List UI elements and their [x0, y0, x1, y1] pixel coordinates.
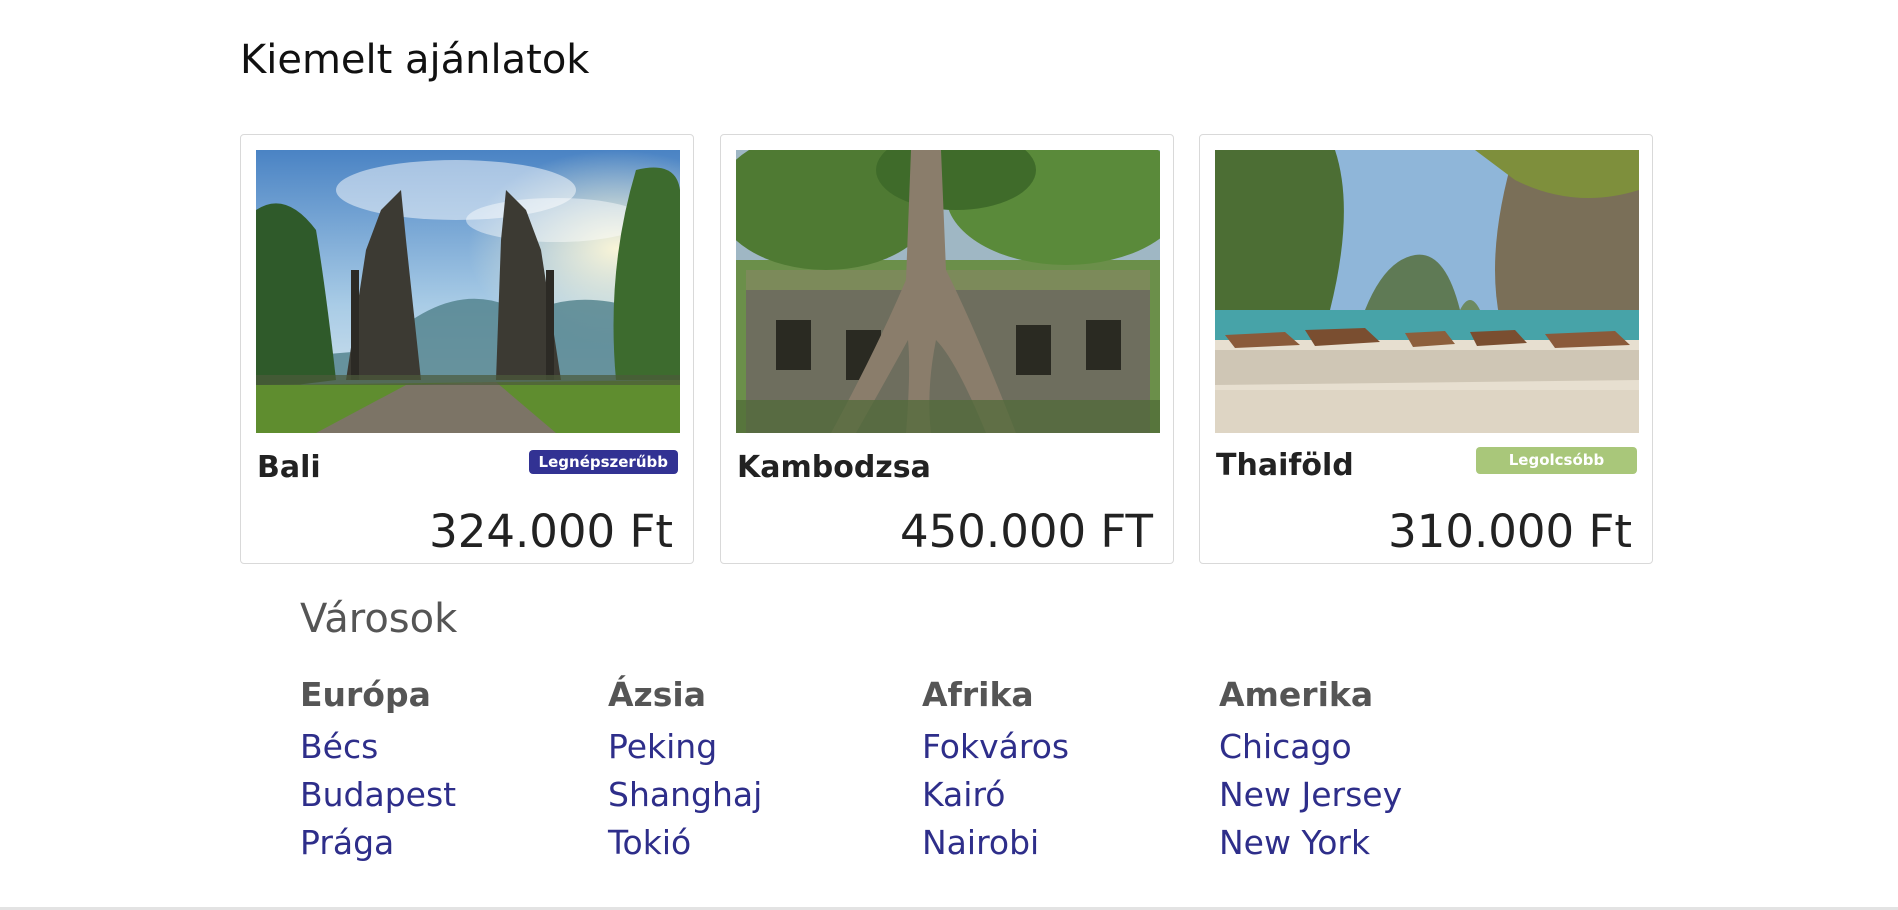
- offer-name: Bali: [257, 450, 321, 485]
- city-link-new-york[interactable]: New York: [1219, 819, 1402, 867]
- city-link-kairo[interactable]: Kairó: [922, 771, 1069, 819]
- thailand-beach-longtail-boats-photo[interactable]: [1215, 150, 1639, 433]
- offer-price: 324.000 Ft: [429, 505, 673, 558]
- offer-name: Thaiföld: [1216, 448, 1354, 483]
- cities-section: Városok Európa Bécs Budapest Prága Ázsia…: [300, 595, 1500, 862]
- region-asia: Ázsia Peking Shanghaj Tokió: [608, 675, 762, 867]
- region-europe: Európa Bécs Budapest Prága: [300, 675, 456, 867]
- region-heading: Ázsia: [608, 675, 706, 714]
- region-heading: Európa: [300, 675, 431, 714]
- offer-card-thaifold[interactable]: Thaiföld Legolcsóbb 310.000 Ft: [1199, 134, 1653, 564]
- offer-card-kambodzsa[interactable]: Kambodzsa 450.000 FT: [720, 134, 1174, 564]
- city-link-new-jersey[interactable]: New Jersey: [1219, 771, 1402, 819]
- city-link-tokio[interactable]: Tokió: [608, 819, 762, 867]
- cambodia-temple-tree-roots-photo[interactable]: [736, 150, 1160, 433]
- bali-temple-gate-photo[interactable]: [256, 150, 680, 433]
- city-link-fokvaros[interactable]: Fokváros: [922, 723, 1069, 771]
- region-heading: Afrika: [922, 675, 1034, 714]
- city-link-becs[interactable]: Bécs: [300, 723, 456, 771]
- city-link-nairobi[interactable]: Nairobi: [922, 819, 1069, 867]
- most-popular-badge: Legnépszerűbb: [528, 450, 678, 474]
- city-link-peking[interactable]: Peking: [608, 723, 762, 771]
- offer-card-bali[interactable]: Bali Legnépszerűbb 324.000 Ft: [240, 134, 694, 564]
- city-link-budapest[interactable]: Budapest: [300, 771, 456, 819]
- region-heading: Amerika: [1219, 675, 1374, 714]
- city-link-praga[interactable]: Prága: [300, 819, 456, 867]
- featured-offers-title: Kiemelt ajánlatok: [240, 37, 590, 83]
- offer-name: Kambodzsa: [737, 450, 931, 485]
- offer-price: 450.000 FT: [900, 505, 1153, 558]
- city-link-shanghaj[interactable]: Shanghaj: [608, 771, 762, 819]
- city-link-chicago[interactable]: Chicago: [1219, 723, 1402, 771]
- cheapest-badge: Legolcsóbb: [1476, 447, 1637, 474]
- cities-title: Városok: [300, 596, 458, 642]
- offer-price: 310.000 Ft: [1388, 505, 1632, 558]
- region-america: Amerika Chicago New Jersey New York: [1219, 675, 1402, 867]
- region-africa: Afrika Fokváros Kairó Nairobi: [922, 675, 1069, 867]
